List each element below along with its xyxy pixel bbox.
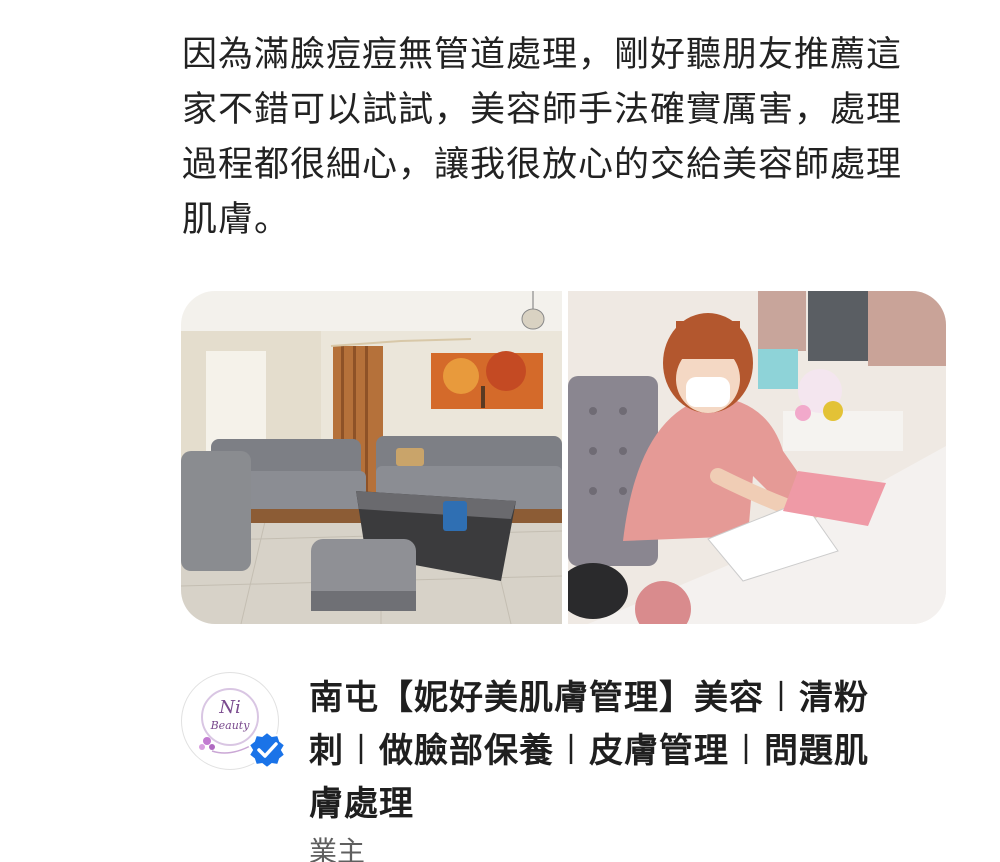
review-text-line: 過程都很細心，讓我很放心的交給美容師處理: [182, 145, 903, 185]
owner-name-line: 刺︱做臉部保養︱皮膚管理︱問題肌: [309, 731, 869, 771]
owner-business-name[interactable]: 南屯【妮好美肌膚管理】美容︱清粉 刺︱做臉部保養︱皮膚管理︱問題肌 膚處理: [309, 672, 929, 831]
logo-text: Ni: [218, 697, 241, 718]
owner-name-line: 膚處理: [309, 784, 414, 824]
review-photos: [181, 291, 946, 624]
review-text: 因為滿臉痘痘無管道處理，剛好聽朋友推薦這 家不錯可以試試，美容師手法確實厲害，處…: [182, 28, 942, 248]
living-room-photo[interactable]: [181, 291, 562, 624]
customer-signing-photo[interactable]: [568, 291, 946, 624]
verified-badge-icon: [247, 730, 287, 770]
review-page: 因為滿臉痘痘無管道處理，剛好聽朋友推薦這 家不錯可以試試，美容師手法確實厲害，處…: [0, 0, 1000, 862]
logo-subtext: Beauty: [210, 719, 251, 732]
review-text-line: 家不錯可以試試，美容師手法確實厲害，處理: [182, 90, 903, 130]
review-text-line: 因為滿臉痘痘無管道處理，剛好聽朋友推薦這: [182, 35, 903, 75]
owner-response-header: Ni Beauty 南屯【妮好美肌膚管理】美容︱清粉 刺︱做臉部保養︱皮膚管理︱…: [181, 672, 961, 862]
owner-role-label: 業主: [309, 835, 366, 862]
review-text-line: 肌膚。: [182, 200, 291, 240]
owner-name-line: 南屯【妮好美肌膚管理】美容︱清粉: [309, 678, 869, 718]
